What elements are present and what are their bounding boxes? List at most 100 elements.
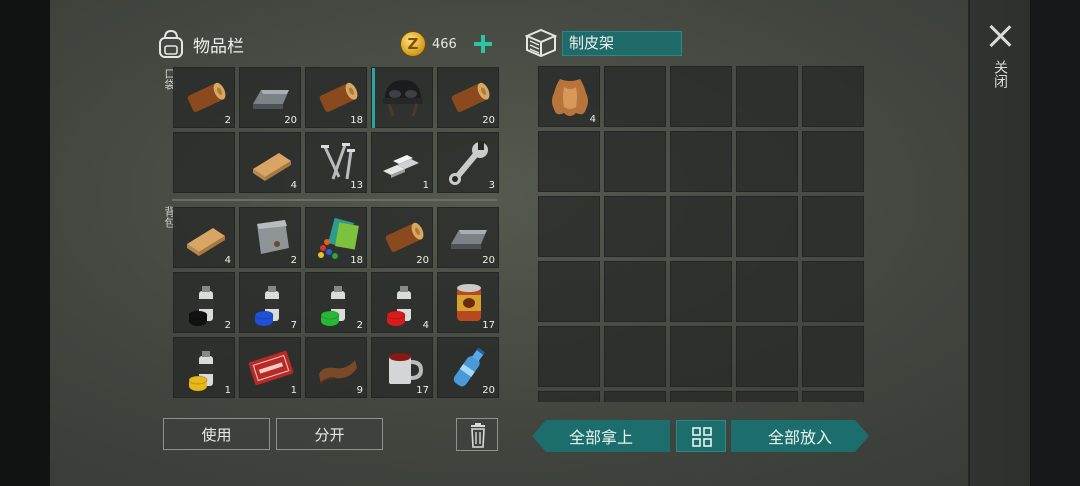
crafting-slot[interactable] bbox=[538, 391, 600, 402]
metal-plate-icon bbox=[257, 220, 289, 254]
item-quantity: 4 bbox=[422, 320, 429, 331]
item-quantity: 17 bbox=[416, 385, 429, 396]
crafting-slot[interactable] bbox=[670, 131, 732, 192]
take-all-button[interactable]: 全部拿上 bbox=[532, 420, 670, 452]
crafting-slot[interactable] bbox=[802, 326, 864, 387]
close-label[interactable]: 关闭 bbox=[990, 60, 1010, 88]
pocket-slot[interactable]: 1 bbox=[371, 132, 433, 193]
pocket-slot[interactable]: 3 bbox=[437, 132, 499, 193]
use-button[interactable]: 使用 bbox=[163, 418, 270, 450]
crafting-slot[interactable] bbox=[736, 66, 798, 127]
spray-paint-red-icon bbox=[386, 286, 411, 326]
crafting-slot[interactable]: 4 bbox=[538, 66, 600, 127]
spray-paint-green-icon bbox=[320, 286, 345, 326]
crafting-slot[interactable] bbox=[604, 261, 666, 322]
crafting-slot[interactable] bbox=[736, 196, 798, 257]
crafting-slot[interactable] bbox=[802, 66, 864, 127]
pocket-slot[interactable] bbox=[371, 67, 433, 128]
pocket-slot[interactable]: 13 bbox=[305, 132, 367, 193]
item-quantity: 1 bbox=[290, 385, 297, 396]
pocket-slot[interactable]: 20 bbox=[239, 67, 301, 128]
item-quantity: 13 bbox=[350, 180, 363, 191]
crafting-grid: 4 bbox=[538, 66, 864, 402]
backpack-slot[interactable]: 1 bbox=[173, 337, 235, 398]
crafting-slot[interactable] bbox=[736, 261, 798, 322]
backpack-slot[interactable]: 7 bbox=[239, 272, 301, 333]
leather-icon bbox=[319, 360, 357, 385]
split-button[interactable]: 分开 bbox=[276, 418, 383, 450]
item-quantity: 20 bbox=[482, 385, 495, 396]
crafting-title: 制皮架 bbox=[562, 30, 682, 56]
crafting-slot[interactable] bbox=[538, 196, 600, 257]
crafting-slot[interactable] bbox=[670, 391, 732, 402]
metal-bars-icon bbox=[383, 155, 419, 178]
pocket-slot[interactable]: 4 bbox=[239, 132, 301, 193]
pocket-slot[interactable]: 20 bbox=[437, 67, 499, 128]
close-icon[interactable] bbox=[988, 24, 1012, 48]
crafting-slot[interactable] bbox=[670, 66, 732, 127]
add-coins-button[interactable] bbox=[473, 34, 493, 54]
backpack-slot[interactable]: 20 bbox=[437, 337, 499, 398]
put-all-button[interactable]: 全部放入 bbox=[731, 420, 869, 452]
crafting-slot[interactable] bbox=[736, 391, 798, 402]
backpack-slot[interactable]: 1 bbox=[239, 337, 301, 398]
crafting-slot[interactable] bbox=[538, 131, 600, 192]
crafting-slot[interactable] bbox=[736, 131, 798, 192]
crafting-slot[interactable] bbox=[538, 326, 600, 387]
pocket-grid: 2 20 18 20 4 13 1 3 bbox=[173, 67, 499, 193]
item-quantity: 17 bbox=[482, 320, 495, 331]
crafting-slot[interactable] bbox=[802, 196, 864, 257]
crafting-slot[interactable] bbox=[802, 131, 864, 192]
coin-balance: Z 466 bbox=[400, 31, 493, 57]
coupon-icon bbox=[248, 350, 294, 386]
backpack-slot[interactable]: 2 bbox=[305, 272, 367, 333]
item-quantity: 1 bbox=[224, 385, 231, 396]
helmet-icon bbox=[383, 80, 423, 117]
hide-icon bbox=[552, 79, 588, 116]
sort-button[interactable] bbox=[676, 420, 726, 452]
crafting-slot[interactable] bbox=[736, 326, 798, 387]
backpack-slot[interactable]: 20 bbox=[371, 207, 433, 268]
crafting-slot[interactable] bbox=[604, 326, 666, 387]
pocket-slot[interactable]: 2 bbox=[173, 67, 235, 128]
item-quantity: 18 bbox=[350, 115, 363, 126]
crafting-slot[interactable] bbox=[538, 261, 600, 322]
item-quantity: 20 bbox=[416, 255, 429, 266]
crafting-slot[interactable] bbox=[604, 131, 666, 192]
spray-paint-black-icon bbox=[188, 286, 213, 326]
trash-button[interactable] bbox=[456, 418, 498, 451]
backpack-slot[interactable]: 20 bbox=[437, 207, 499, 268]
crafting-slot[interactable] bbox=[802, 391, 864, 402]
trash-icon bbox=[471, 423, 485, 448]
log-icon bbox=[187, 82, 226, 112]
backpack-slot[interactable]: 9 bbox=[305, 337, 367, 398]
section-divider bbox=[172, 199, 497, 201]
pocket-slot[interactable] bbox=[173, 132, 235, 193]
item-quantity: 9 bbox=[356, 385, 363, 396]
crafting-slot[interactable] bbox=[604, 66, 666, 127]
item-quantity: 3 bbox=[488, 180, 495, 191]
backpack-slot[interactable]: 18 bbox=[305, 207, 367, 268]
backpack-slot[interactable]: 4 bbox=[173, 207, 235, 268]
crafting-slot[interactable] bbox=[604, 391, 666, 402]
item-quantity: 2 bbox=[290, 255, 297, 266]
backpack-slot[interactable]: 4 bbox=[371, 272, 433, 333]
backpack-slot[interactable]: 2 bbox=[239, 207, 301, 268]
crafting-slot[interactable] bbox=[670, 196, 732, 257]
crafting-slot[interactable] bbox=[670, 261, 732, 322]
crafting-slot[interactable] bbox=[802, 261, 864, 322]
backpack-grid: 4 2 18 20 20 2 7 2 4 17 1 1 9 17 20 bbox=[173, 207, 499, 398]
box-icon bbox=[524, 28, 558, 58]
backpack-slot[interactable]: 17 bbox=[371, 337, 433, 398]
crafting-header: 制皮架 bbox=[524, 28, 682, 58]
backpack-slot[interactable]: 17 bbox=[437, 272, 499, 333]
crafting-slot[interactable] bbox=[670, 326, 732, 387]
plank-icon bbox=[253, 153, 291, 181]
grid-sort-icon bbox=[692, 427, 712, 447]
selected-slot-indicator bbox=[372, 68, 375, 128]
wrench-icon bbox=[449, 141, 488, 185]
pocket-slot[interactable]: 18 bbox=[305, 67, 367, 128]
crafting-slot[interactable] bbox=[604, 196, 666, 257]
item-quantity: 4 bbox=[589, 114, 596, 125]
backpack-slot[interactable]: 2 bbox=[173, 272, 235, 333]
